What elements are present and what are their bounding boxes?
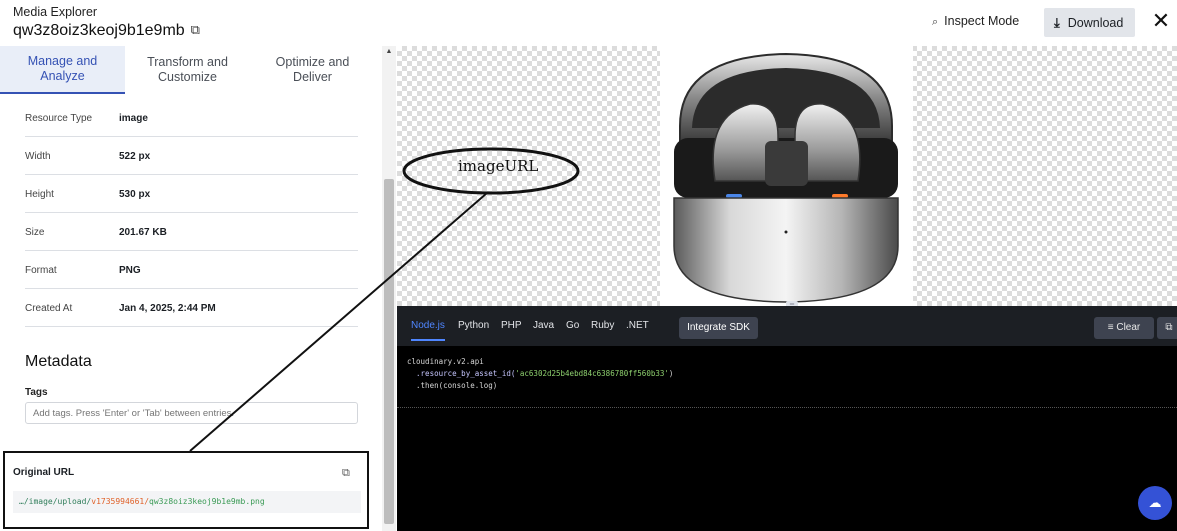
lang-tab-ruby[interactable]: Ruby xyxy=(591,320,614,331)
property-row-format: Format PNG xyxy=(25,252,358,289)
copy-icon[interactable]: ⧉ xyxy=(342,467,350,480)
url-file: qw3z8oiz3keoj9b1e9mb.png xyxy=(149,497,265,506)
earbuds-case-image xyxy=(673,52,899,303)
url-version: v1735994661/ xyxy=(91,497,150,506)
panel-tabs: Manage and Analyze Transform and Customi… xyxy=(0,46,382,94)
lang-tab-go[interactable]: Go xyxy=(566,320,579,331)
property-row-size: Size 201.67 KB xyxy=(25,214,358,251)
download-icon: ⤓ xyxy=(1054,14,1060,30)
scroll-up-icon[interactable]: ▲ xyxy=(382,48,396,55)
inspect-mode-label: Inspect Mode xyxy=(944,14,1020,28)
code-fn-end: ) xyxy=(668,369,674,378)
code-divider xyxy=(397,407,1177,408)
copy-code-icon[interactable]: ⧉ xyxy=(1157,317,1177,339)
clear-button[interactable]: ≡ Clear xyxy=(1094,317,1154,339)
original-url-label: Original URL xyxy=(13,467,75,478)
code-fn: .resource_by_asset_id( xyxy=(407,369,516,378)
download-button[interactable]: ⤓ Download xyxy=(1044,8,1135,37)
asset-name: qw3z8oiz3keoj9b1e9mb ⧉ xyxy=(13,22,200,40)
lang-tab-java[interactable]: Java xyxy=(533,320,554,331)
property-row-width: Width 522 px xyxy=(25,138,358,175)
property-key: Created At xyxy=(25,302,73,314)
property-value: 530 px xyxy=(119,188,151,200)
code-line: .then(console.log) xyxy=(407,381,498,390)
open-external-icon[interactable]: ⧉ xyxy=(191,22,200,38)
clear-label: Clear xyxy=(1116,322,1141,333)
code-line: cloudinary.v2.api xyxy=(407,357,484,366)
details-panel: Manage and Analyze Transform and Customi… xyxy=(0,46,382,531)
property-row-height: Height 530 px xyxy=(25,176,358,213)
property-row-created-at: Created At Jan 4, 2025, 2:44 PM xyxy=(25,290,358,327)
inspect-mode-button[interactable]: ⌕ Inspect Mode xyxy=(932,14,1019,29)
original-url-section: Original URL ⧉ …/image/upload/v173599466… xyxy=(3,451,369,529)
property-key: Resource Type xyxy=(25,112,93,124)
property-key: Width xyxy=(25,150,51,162)
property-value: Jan 4, 2025, 2:44 PM xyxy=(119,302,216,314)
property-value: 201.67 KB xyxy=(119,226,167,238)
code-panel: Node.js Python PHP Java Go Ruby .NET Int… xyxy=(397,306,1177,531)
lang-tab-dotnet[interactable]: .NET xyxy=(626,320,649,331)
integrate-sdk-button[interactable]: Integrate SDK xyxy=(679,317,758,339)
lang-tab-nodejs[interactable]: Node.js xyxy=(411,320,445,341)
panel-scrollbar[interactable]: ▲ xyxy=(382,46,396,531)
image-preview xyxy=(397,46,1177,306)
tags-label: Tags xyxy=(25,387,48,398)
lang-tab-php[interactable]: PHP xyxy=(501,320,522,331)
property-key: Size xyxy=(25,226,45,238)
download-label: Download xyxy=(1067,15,1124,30)
tab-transform-customize[interactable]: Transform and Customize xyxy=(125,46,250,94)
tab-manage-analyze[interactable]: Manage and Analyze xyxy=(0,46,125,94)
url-prefix: …/image/upload/ xyxy=(19,497,92,506)
property-row-resource-type: Resource Type image xyxy=(25,100,358,137)
property-key: Height xyxy=(25,188,54,200)
lang-tab-python[interactable]: Python xyxy=(458,320,489,331)
product-image xyxy=(660,46,913,306)
metadata-title: Metadata xyxy=(25,353,92,370)
app-title: Media Explorer xyxy=(13,5,98,19)
code-line: .resource_by_asset_id('ac6302d25b4ebd84c… xyxy=(407,368,673,380)
tab-optimize-deliver[interactable]: Optimize and Deliver xyxy=(250,46,375,94)
asset-name-text: qw3z8oiz3keoj9b1e9mb xyxy=(13,22,185,39)
property-value: 522 px xyxy=(119,150,151,162)
scrollbar-thumb[interactable] xyxy=(384,179,394,524)
code-snippet: cloudinary.v2.api .resource_by_asset_id(… xyxy=(407,356,673,392)
annotation-label: imageURL xyxy=(458,157,539,175)
close-icon[interactable]: ✕ xyxy=(1150,8,1172,34)
code-string: 'ac6302d25b4ebd84c6386780ff560b33' xyxy=(515,369,669,378)
language-tabs: Node.js Python PHP Java Go Ruby .NET Int… xyxy=(397,306,1177,346)
inspect-icon: ⌕ xyxy=(932,16,939,28)
help-fab-icon[interactable]: ☁ xyxy=(1138,486,1172,520)
property-value: image xyxy=(119,112,148,124)
tags-input[interactable] xyxy=(25,402,358,424)
property-value: PNG xyxy=(119,264,141,276)
original-url-value[interactable]: …/image/upload/v1735994661/qw3z8oiz3keoj… xyxy=(13,491,361,513)
property-key: Format xyxy=(25,264,57,276)
header: Media Explorer qw3z8oiz3keoj9b1e9mb ⧉ ⌕ In… xyxy=(0,0,1177,46)
